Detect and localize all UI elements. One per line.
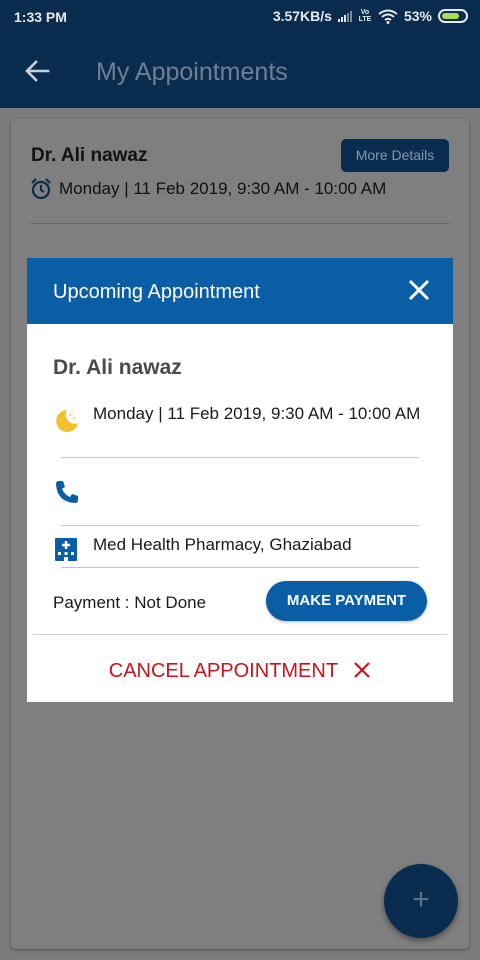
payment-status: Payment : Not Done: [53, 593, 207, 612]
volte-icon: Vo LTE: [358, 9, 372, 23]
dialog-location: Med Health Pharmacy, Ghaziabad: [93, 535, 352, 554]
arrow-back-icon: [25, 60, 50, 82]
divider: [61, 525, 419, 526]
add-appointment-fab[interactable]: +: [384, 864, 458, 938]
status-bar: 1:33 PM 3.57KB/s Vo LTE 53%: [0, 0, 480, 34]
card-divider: [31, 223, 449, 224]
network-speed: 3.57KB/s: [272, 8, 332, 24]
page-title: My Appointments: [96, 58, 288, 86]
divider: [61, 567, 419, 568]
card-doctor-name: Dr. Ali nawaz: [31, 145, 148, 166]
status-time: 1:33 PM: [14, 9, 67, 25]
make-payment-button[interactable]: MAKE PAYMENT: [266, 581, 427, 621]
dialog-header: Upcoming Appointment: [27, 258, 453, 324]
dialog-phone-row[interactable]: [53, 478, 93, 511]
add-icon: +: [412, 883, 430, 916]
upcoming-appointment-dialog: Upcoming Appointment Dr. Ali nawaz Monda…: [27, 258, 453, 702]
more-details-button[interactable]: More Details: [341, 139, 449, 172]
signal-icon: [337, 10, 352, 22]
card-datetime: Monday | 11 Feb 2019, 9:30 AM - 10:00 AM: [59, 179, 387, 198]
back-button[interactable]: [20, 56, 54, 86]
battery-charging-icon: [438, 9, 468, 23]
cancel-appointment-button[interactable]: CANCEL APPOINTMENT: [27, 660, 453, 685]
app-bar: My Appointments: [0, 34, 480, 108]
close-button[interactable]: [407, 278, 431, 302]
dialog-datetime-row: Monday | 11 Feb 2019, 9:30 AM - 10:00 AM: [53, 403, 427, 440]
wifi-icon: [378, 9, 398, 24]
moon-icon: [56, 410, 78, 432]
dialog-doctor-name: Dr. Ali nawaz: [53, 356, 182, 379]
divider: [61, 457, 419, 458]
dialog-datetime: Monday | 11 Feb 2019, 9:30 AM - 10:00 AM: [93, 404, 421, 423]
close-icon: [408, 279, 430, 301]
card-datetime-row: Monday | 11 Feb 2019, 9:30 AM - 10:00 AM: [29, 177, 386, 201]
dialog-divider: [33, 634, 447, 635]
cancel-appointment-label: CANCEL APPOINTMENT: [108, 660, 338, 682]
cancel-x-icon: [354, 662, 371, 678]
battery-percent: 53%: [403, 8, 432, 24]
dialog-location-row: Med Health Pharmacy, Ghaziabad: [53, 534, 427, 567]
hospital-icon: [55, 538, 77, 561]
dialog-title: Upcoming Appointment: [53, 281, 260, 303]
status-indicators: 3.57KB/s Vo LTE 53%: [273, 8, 468, 24]
alarm-clock-icon: [31, 178, 51, 200]
phone-icon: [56, 481, 78, 503]
